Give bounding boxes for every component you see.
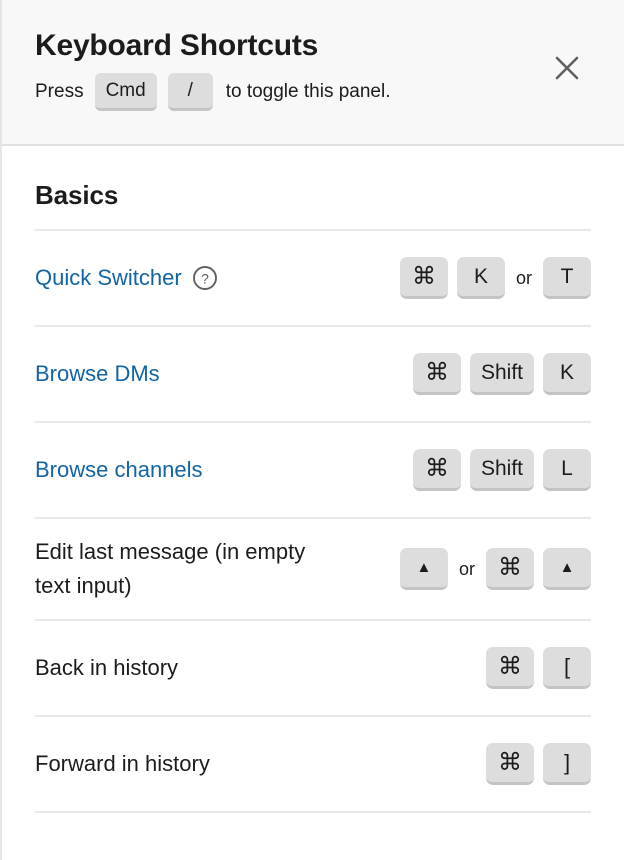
close-icon	[552, 53, 582, 83]
shortcut-link[interactable]: Quick Switcher?	[35, 261, 218, 295]
subtitle-key-cmd: Cmd	[94, 73, 157, 111]
shortcut-label-text: Browse DMs	[35, 361, 160, 386]
shortcut-keys: ⌘]	[486, 743, 591, 785]
shortcut-label-text: Browse channels	[35, 457, 203, 482]
keycap-command: ⌘	[412, 353, 461, 395]
keycap-command: ⌘	[486, 548, 534, 590]
shortcut-label: Forward in history	[35, 747, 210, 781]
section-title-basics: Basics	[35, 180, 119, 210]
shortcut-link[interactable]: Browse DMs	[35, 357, 160, 391]
close-button[interactable]	[552, 53, 582, 83]
shortcut-keys: ⌘ Shift K	[412, 353, 591, 395]
shortcut-row: Quick Switcher? ⌘ Kor T	[35, 229, 591, 325]
keyboard-shortcuts-panel: Keyboard Shortcuts Press Cmd / to toggle…	[0, 0, 624, 860]
shortcut-keys: ▲ or ⌘ ▲	[399, 548, 591, 590]
keycap-command: ⌘	[486, 743, 534, 785]
shortcut-link[interactable]: Browse channels	[35, 453, 203, 487]
panel-subtitle: Press Cmd / to toggle this panel.	[35, 73, 591, 111]
shortcut-label-text: Forward in history	[35, 751, 210, 776]
keycap-arrow-up: ▲	[399, 548, 448, 590]
subtitle-suffix-text: to toggle this panel.	[225, 81, 391, 102]
page-title: Keyboard Shortcuts	[35, 29, 319, 62]
subtitle-prefix-text: Press	[35, 81, 84, 102]
keycap-k: K	[543, 353, 591, 395]
shortcut-label-text: Quick Switcher	[35, 265, 182, 290]
shortcut-list: Quick Switcher? ⌘ Kor T Browse DMs ⌘ Shift K Bro…	[35, 229, 591, 813]
shortcut-keys: ⌘ Shift L	[412, 449, 591, 491]
shortcut-keys: ⌘[	[486, 647, 591, 689]
keycap-shift: Shift	[469, 449, 534, 491]
keycap-command: ⌘	[412, 449, 461, 491]
keycap-k: K	[456, 257, 505, 299]
keycap-arrow-up: ▲	[543, 548, 591, 590]
keycap-t: T	[543, 257, 591, 299]
keycap-bracket-left: [	[543, 647, 591, 689]
keycap-shift: Shift	[469, 353, 534, 395]
svg-text:?: ?	[201, 270, 209, 286]
help-circle-icon[interactable]: ?	[192, 265, 218, 291]
keys-or-separator: or	[515, 267, 532, 288]
keycap-command: ⌘	[399, 257, 448, 299]
shortcut-label-text: Edit last message (in empty text input)	[35, 539, 306, 598]
shortcut-label: Edit last message (in empty text input)	[35, 535, 335, 603]
shortcut-keys: ⌘ Kor T	[399, 257, 591, 299]
shortcut-row: Browse DMs ⌘ Shift K	[35, 325, 591, 421]
shortcut-label: Back in history	[35, 651, 178, 685]
shortcut-label-text: Back in history	[35, 655, 179, 680]
keycap-command: ⌘	[486, 647, 534, 689]
shortcut-row: Forward in history ⌘]	[35, 715, 591, 813]
keycap-l: L	[543, 449, 591, 491]
shortcut-row: Edit last message (in empty text input) ▲…	[35, 517, 591, 619]
subtitle-key-slash: /	[167, 73, 213, 111]
panel-header: Keyboard Shortcuts Press Cmd / to toggle…	[2, 0, 624, 146]
panel-body: Basics Quick Switcher? ⌘ Kor T Browse DMs ⌘ Sh…	[2, 146, 624, 813]
shortcut-row: Back in history ⌘[	[35, 619, 591, 715]
keycap-bracket-right: ]	[543, 743, 591, 785]
shortcut-row: Browse channels ⌘ Shift L	[35, 421, 591, 517]
keys-or-separator: or	[458, 558, 475, 579]
